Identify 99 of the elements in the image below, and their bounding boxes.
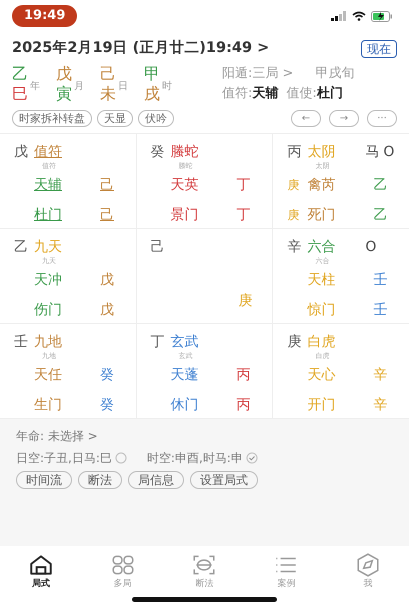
- palace-stem: 丁: [150, 332, 166, 352]
- deity-name: 九天: [34, 238, 62, 257]
- zhishi-label: 值使:: [286, 84, 317, 103]
- deity-name: 值符: [34, 142, 62, 162]
- action-chip[interactable]: 局信息: [128, 470, 184, 489]
- palace-stem: 丙: [286, 142, 302, 162]
- door-name: 死门: [307, 206, 336, 225]
- star-name: 天心: [307, 366, 336, 385]
- door-name: 开门: [307, 396, 336, 415]
- door-name: 景门: [170, 206, 199, 225]
- option-chip[interactable]: 天显: [97, 110, 133, 127]
- door-name: 惊门: [307, 300, 336, 320]
- deity-name: 九地: [34, 332, 62, 352]
- star-name: 禽芮: [307, 176, 336, 195]
- palace-mark: O: [383, 142, 394, 162]
- pillar-branch: 寅: [56, 84, 72, 104]
- pillar-branch: 戌: [144, 84, 160, 104]
- date-time-text[interactable]: 2025年2月19日 (正月廿二)19:49 >: [12, 38, 270, 60]
- pillar-label: 时: [162, 80, 172, 94]
- palace-mark: 马: [365, 142, 380, 162]
- stem-label: 丁: [236, 206, 251, 225]
- door-name: 休门: [170, 396, 199, 415]
- option-chip[interactable]: 伏吟: [138, 110, 174, 127]
- palace-stem: 壬: [13, 332, 29, 352]
- stem-label: 癸: [100, 366, 114, 385]
- hexagon-icon: [355, 552, 382, 578]
- action-chip[interactable]: 断法: [78, 470, 122, 489]
- battery-icon: [371, 10, 393, 22]
- stem-label: 丙: [236, 396, 251, 415]
- action-chip[interactable]: 设置局式: [190, 470, 258, 489]
- nav-button[interactable]: ←: [291, 110, 321, 127]
- zhishi-value: 杜门: [316, 84, 343, 103]
- stem-label: 辛: [373, 396, 388, 415]
- tab-item[interactable]: 多局: [92, 552, 153, 608]
- checked-circle-icon[interactable]: [246, 452, 258, 464]
- stem-label: 己: [100, 176, 114, 195]
- stem-label: 庚: [286, 176, 300, 194]
- palace-stem: 己: [150, 238, 165, 257]
- pillar-stem: 己: [100, 64, 116, 84]
- nianming-link[interactable]: 年命: 未选择 >: [16, 426, 98, 445]
- door-name: 杜门: [34, 206, 62, 225]
- stem-label: 丙: [236, 366, 251, 385]
- stem-label: 乙: [373, 206, 388, 225]
- star-name: 天柱: [307, 270, 336, 290]
- pillar-stem: 乙: [12, 64, 28, 84]
- palace-mark: O: [365, 238, 376, 257]
- deity-name: 六合: [307, 238, 336, 257]
- pillar-label: 日: [118, 80, 128, 94]
- stem-label: 庚: [238, 292, 252, 311]
- wifi-icon: [352, 11, 366, 21]
- pillar-stem: 戊: [56, 64, 72, 84]
- palace-stem: 癸: [150, 142, 166, 162]
- deity-name: 螣蛇: [170, 142, 199, 162]
- palace-stem: 辛: [286, 238, 302, 257]
- nav-button[interactable]: ···: [367, 110, 397, 127]
- option-chip[interactable]: 时家拆补转盘: [12, 110, 92, 127]
- door-name: 生门: [34, 396, 62, 415]
- palace-stem: 乙: [13, 238, 29, 257]
- pillar-label: 月: [74, 80, 84, 94]
- pillar-label: 年: [30, 80, 40, 94]
- pillar-branch: 巳: [12, 84, 28, 104]
- star-name: 天辅: [34, 176, 62, 195]
- star-name: 天任: [34, 366, 62, 385]
- kong-text: 时空:申酉,时马:申: [146, 450, 243, 467]
- pillar-stem: 甲: [144, 64, 160, 84]
- tab-item[interactable]: 案例: [256, 552, 316, 608]
- stem-label: 丁: [236, 176, 251, 195]
- tab-item[interactable]: 局式: [10, 552, 71, 608]
- zhifu-value: 天辅: [252, 84, 278, 103]
- deity-name: 太阴: [307, 142, 336, 162]
- star-name: 天蓬: [170, 366, 199, 385]
- kong-text: 日空:子丑,日马:巳: [16, 450, 112, 467]
- tab-item[interactable]: 断法: [174, 552, 234, 608]
- stem-label: 戊: [100, 270, 114, 290]
- star-name: 天冲: [34, 270, 62, 290]
- palace-stem: 戊: [13, 142, 29, 162]
- stem-label: 庚: [286, 206, 300, 224]
- status-time: 19:49: [12, 5, 78, 27]
- xun-text: 甲戌旬: [315, 64, 354, 83]
- tab-item[interactable]: 我: [338, 552, 398, 608]
- signal-icon: [331, 11, 347, 21]
- pillar-branch: 未: [100, 84, 116, 104]
- stem-label: 壬: [373, 300, 388, 320]
- palace-stem: 庚: [286, 332, 302, 352]
- stem-label: 戊: [100, 300, 114, 320]
- stem-label: 壬: [373, 270, 388, 290]
- empty-circle-icon[interactable]: [114, 452, 127, 464]
- nav-button[interactable]: →: [329, 110, 359, 127]
- stem-label: 辛: [373, 366, 388, 385]
- stem-label: 癸: [100, 396, 114, 415]
- star-name: 天英: [170, 176, 199, 195]
- stem-label: 乙: [373, 176, 388, 195]
- door-name: 伤门: [34, 300, 62, 320]
- action-chip[interactable]: 时间流: [16, 470, 72, 489]
- stem-label: 己: [100, 206, 114, 225]
- now-button[interactable]: 现在: [361, 40, 397, 58]
- deity-name: 白虎: [307, 332, 336, 352]
- deity-name: 玄武: [170, 332, 199, 352]
- zhifu-label: 值符:: [222, 84, 252, 103]
